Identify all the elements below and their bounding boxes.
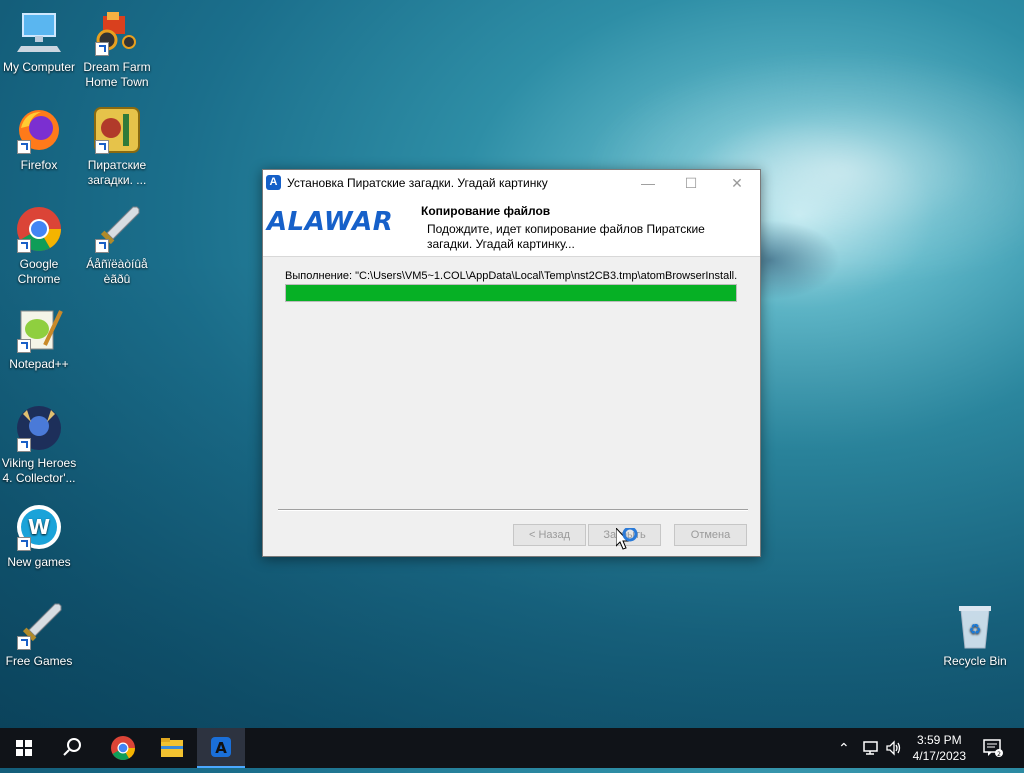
shortcut-arrow-icon (17, 140, 31, 154)
desktop-icon-label: Free Games (5, 654, 73, 668)
svg-text:W: W (28, 515, 50, 539)
desktop-icon-new-games[interactable]: W New games (0, 503, 81, 570)
search-button[interactable] (48, 728, 96, 768)
show-hidden-icons-chevron-icon[interactable]: ⌃ (838, 740, 850, 757)
minimize-button[interactable]: — (625, 170, 671, 196)
close-window-button[interactable]: ✕ (714, 170, 760, 196)
button-separator (278, 509, 748, 511)
tractor-icon (93, 8, 141, 56)
clock-time: 3:59 PM (916, 733, 962, 747)
desktop-icon-label: Áåñïëàòíûå èãðû (86, 257, 148, 286)
desktop-icon-label: Google Chrome (17, 257, 61, 286)
desktop-icon-my-computer[interactable]: My Computer (0, 8, 81, 75)
folder-icon (161, 738, 183, 757)
svg-text:A: A (215, 739, 227, 757)
system-clock[interactable]: 3:59 PM 4/17/2023 (913, 732, 966, 764)
desktop-icon-dream-farm[interactable]: Dream Farm Home Town (75, 8, 159, 90)
sword-icon (15, 602, 63, 650)
viking-game-icon (15, 404, 63, 452)
desktop-icon-free-games[interactable]: Free Games (0, 602, 81, 669)
desktop-icon-recycle-bin[interactable]: ♻ Recycle Bin (933, 602, 1017, 669)
notepad-plus-plus-icon (15, 305, 63, 353)
chrome-icon (111, 736, 135, 761)
firefox-icon (15, 106, 63, 154)
svg-text:♻: ♻ (969, 622, 982, 638)
busy-cursor-icon (615, 526, 644, 559)
recycle-bin-icon: ♻ (951, 602, 999, 650)
shortcut-arrow-icon (95, 42, 109, 56)
progress-bar-fill (286, 285, 736, 301)
svg-text:2: 2 (997, 751, 1001, 758)
shortcut-arrow-icon (95, 140, 109, 154)
alawar-app-icon: A (211, 737, 231, 757)
desktop-icon-label: Notepad++ (9, 357, 69, 371)
network-icon[interactable] (862, 740, 880, 761)
taskbar-chrome[interactable] (99, 728, 147, 768)
window-title: Установка Пиратские загадки. Угадай карт… (287, 176, 548, 190)
taskbar: A ⌃ 3:59 PM 4/17/2023 2 (0, 728, 1024, 768)
progress-status-text: Выполнение: "C:\Users\VM5~1.COL\AppData\… (285, 270, 737, 282)
shortcut-arrow-icon (17, 339, 31, 353)
notifications-icon[interactable]: 2 (982, 738, 1004, 763)
back-button[interactable]: < Назад (513, 524, 586, 546)
shortcut-arrow-icon (17, 537, 31, 551)
header-subtitle: Подождите, идет копирование файлов Пират… (427, 222, 705, 251)
progress-bar (285, 284, 737, 302)
taskbar-alawar-installer[interactable]: A (197, 728, 245, 768)
installer-window: A Установка Пиратские загадки. Угадай ка… (262, 169, 761, 557)
sword-icon (93, 205, 141, 253)
desktop-icon-viking-heroes[interactable]: Viking Heroes 4. Collector'... (0, 404, 81, 486)
pirate-game-icon (93, 106, 141, 154)
desktop-icon-label: Dream Farm Home Town (83, 60, 151, 89)
clock-date: 4/17/2023 (912, 749, 966, 763)
desktop-icon-label: Viking Heroes 4. Collector'... (1, 456, 77, 485)
title-bar[interactable]: A Установка Пиратские загадки. Угадай ка… (263, 170, 760, 196)
windows-logo-icon (16, 740, 32, 756)
desktop-icon-label: Recycle Bin (943, 654, 1007, 668)
start-button[interactable] (0, 728, 48, 768)
taskbar-file-explorer[interactable] (148, 728, 196, 768)
computer-icon (15, 8, 63, 56)
desktop-icon-firefox[interactable]: Firefox (0, 106, 81, 173)
shortcut-arrow-icon (17, 438, 31, 452)
shortcut-arrow-icon (17, 239, 31, 253)
alawar-app-icon: A (266, 175, 281, 190)
desktop-icon-google-chrome[interactable]: Google Chrome (0, 205, 81, 287)
cancel-button[interactable]: Отмена (674, 524, 747, 546)
desktop-icon-pirate-puzzles[interactable]: Пиратские загадки. ... (75, 106, 159, 188)
shortcut-arrow-icon (17, 636, 31, 650)
desktop-icon-free-games-ru[interactable]: Áåñïëàòíûå èãðû (75, 205, 159, 287)
installer-header: ALAWAR Копирование файлов Подождите, иде… (263, 196, 760, 257)
w-logo-icon: W (15, 503, 63, 551)
desktop-icon-label: My Computer (2, 60, 76, 74)
desktop-icon-label: Firefox (20, 158, 58, 172)
maximize-button[interactable]: ☐ (668, 170, 714, 196)
shortcut-arrow-icon (95, 239, 109, 253)
chrome-icon (15, 205, 63, 253)
alawar-logo: ALAWAR (267, 207, 394, 237)
volume-icon[interactable] (885, 740, 903, 761)
desktop-icon-notepad-plus-plus[interactable]: Notepad++ (0, 305, 81, 372)
search-icon (63, 738, 81, 756)
desktop-icon-label: New games (7, 555, 71, 569)
header-title: Копирование файлов (421, 204, 551, 218)
desktop-icon-label: Пиратские загадки. ... (87, 158, 147, 187)
